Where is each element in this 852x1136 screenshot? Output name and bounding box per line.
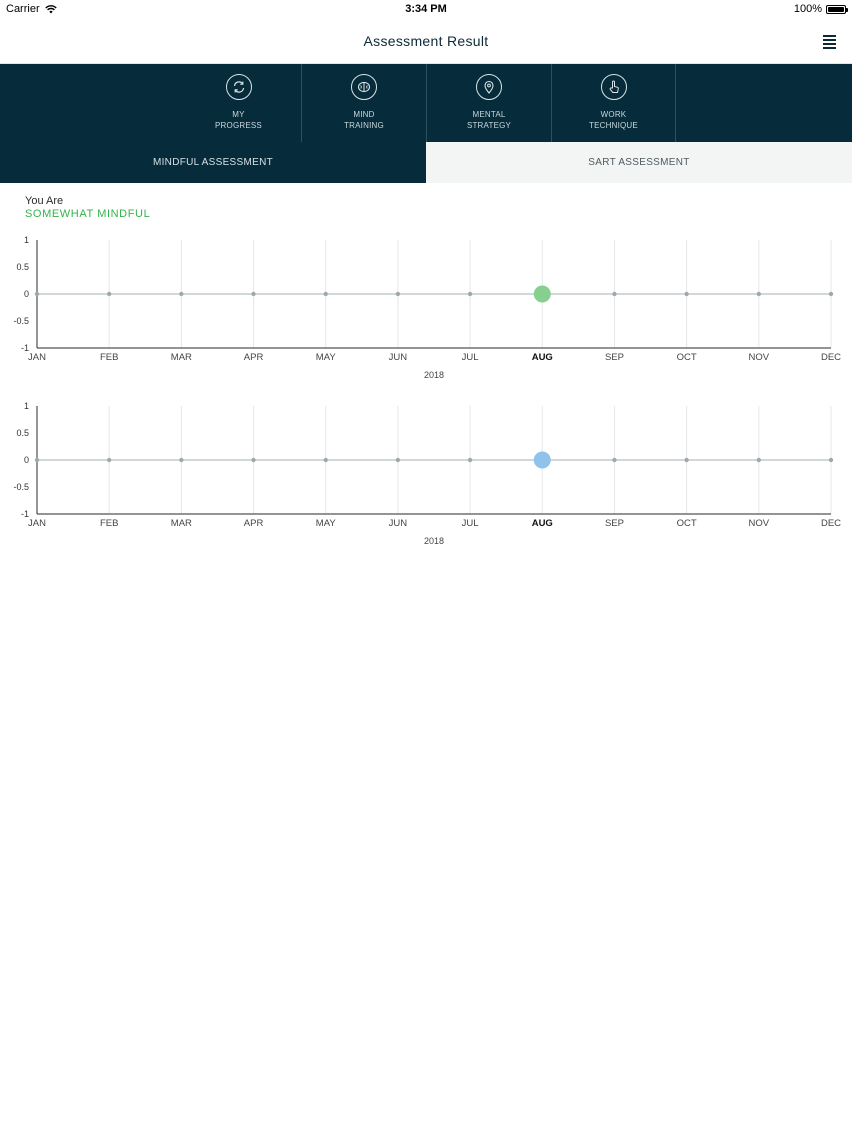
data-point-highlight [533, 285, 551, 303]
chart-svg: 10.50-0.5-1JAN FEB MAR APR MAY JUN JUL AUG SEP OC… [13, 401, 841, 546]
x-tick-label: JUN [389, 352, 408, 363]
data-point [395, 291, 401, 297]
y-tick-label: 0.5 [16, 262, 29, 272]
category-label: MIND TRAINING [344, 110, 384, 130]
x-tick-label: JAN [28, 352, 46, 363]
data-point [251, 291, 256, 297]
x-tick-label: MAY [316, 352, 337, 363]
x-tick-label: NOV [749, 352, 770, 363]
x-tick-label: FEB [100, 518, 118, 529]
x-axis-label: 2018 [424, 370, 444, 380]
x-tick-label: AUG [532, 518, 553, 529]
data-point [756, 457, 762, 463]
x-tick-label: AUG [532, 352, 553, 363]
pointer-hand-icon [600, 74, 627, 100]
x-tick-label: APR [244, 518, 264, 529]
x-tick-label: MAR [171, 352, 192, 363]
battery-fill [828, 6, 844, 12]
tab-sart-assessment[interactable]: SART ASSESSMENT [426, 142, 852, 183]
x-tick-label: SEP [605, 518, 624, 529]
status-right: 100% [793, 3, 848, 15]
x-tick-label: JUL [462, 352, 479, 363]
battery-percent: 100% [793, 3, 822, 15]
x-tick-label: OCT [677, 352, 697, 363]
data-point [756, 291, 762, 297]
y-tick-label: 1 [24, 235, 29, 245]
category-mind-training[interactable]: MIND TRAINING [301, 64, 426, 142]
data-point [828, 457, 834, 463]
data-point [684, 291, 689, 297]
tab-mindful-assessment[interactable]: MINDFUL ASSESSMENT [0, 142, 426, 183]
y-tick-label: 0.5 [16, 428, 29, 438]
refresh-icon [225, 74, 252, 100]
data-point [467, 291, 473, 297]
nav-bar: Assessment Result [0, 20, 852, 64]
y-tick-label: -0.5 [13, 316, 29, 326]
data-point [684, 457, 689, 463]
data-point [323, 457, 328, 463]
data-point [106, 457, 112, 463]
data-point [323, 291, 328, 297]
x-tick-label: JUL [462, 518, 479, 529]
category-mental-strategy[interactable]: MENTAL STRATEGY [426, 64, 551, 142]
x-tick-label: NOV [749, 518, 770, 529]
mindful-chart: 1 0.5 0 -0.5 -1 JAN FEB MAR APR MAY JUN JUL AUG SEP OC… [0, 232, 852, 382]
data-point [251, 457, 256, 463]
y-tick-label: -0.5 [13, 482, 29, 492]
x-tick-label: MAY [316, 518, 337, 529]
data-point [106, 291, 112, 297]
battery-icon [826, 4, 848, 14]
x-tick-label: DEC [821, 352, 841, 363]
status-time: 3:34 PM [405, 3, 447, 15]
data-point [34, 291, 40, 297]
category-my-progress[interactable]: MY PROGRESS [176, 64, 301, 142]
result-label: You Are [25, 195, 64, 207]
category-label: MY PROGRESS [215, 110, 262, 130]
x-tick-label: JUN [389, 518, 408, 529]
category-strip: MY PROGRESS MIND TRAINING MENTAL STRATEG… [0, 64, 852, 142]
status-bar: Carrier 3:34 PM 100% [0, 0, 852, 20]
data-point [467, 457, 473, 463]
y-tick-label: 1 [24, 401, 29, 411]
data-point [828, 291, 834, 297]
data-point [179, 291, 184, 297]
x-tick-label: OCT [677, 518, 697, 529]
page-title: Assessment Result [363, 33, 489, 49]
x-axis-label: 2018 [424, 536, 444, 546]
y-tick-label: 0 [24, 455, 29, 465]
category-label: WORK TECHNIQUE [589, 110, 638, 130]
x-tick-label: MAR [171, 518, 192, 529]
data-point [612, 457, 617, 463]
data-point [612, 291, 617, 297]
result-value: SOMEWHAT MINDFUL [25, 208, 151, 220]
x-tick-label: APR [244, 352, 264, 363]
data-point [179, 457, 184, 463]
x-tick-label: DEC [821, 518, 841, 529]
x-tick-label: SEP [605, 352, 624, 363]
data-point-highlight [533, 451, 551, 469]
category-work-technique[interactable]: WORK TECHNIQUE [551, 64, 676, 142]
chart-svg: 10.50-0.5-1JAN FEB MAR APR MAY JUN JUL AUG SEP OC… [13, 235, 841, 380]
assessment-tabs: MINDFUL ASSESSMENT SART ASSESSMENT [0, 142, 852, 183]
data-point [34, 457, 40, 463]
hamburger-menu-icon[interactable] [823, 35, 836, 49]
x-tick-label: JAN [28, 518, 46, 529]
location-pin-icon [476, 74, 502, 100]
category-label: MENTAL STRATEGY [466, 110, 512, 130]
brain-icon [351, 74, 377, 100]
sart-chart: 1 0.5 0 -0.5 -1 JAN FEB MAR APR MAY JUN JUL AUG SEP OC… [0, 398, 852, 548]
y-tick-label: 0 [24, 289, 29, 299]
x-tick-label: FEB [100, 352, 118, 363]
data-point [395, 457, 401, 463]
